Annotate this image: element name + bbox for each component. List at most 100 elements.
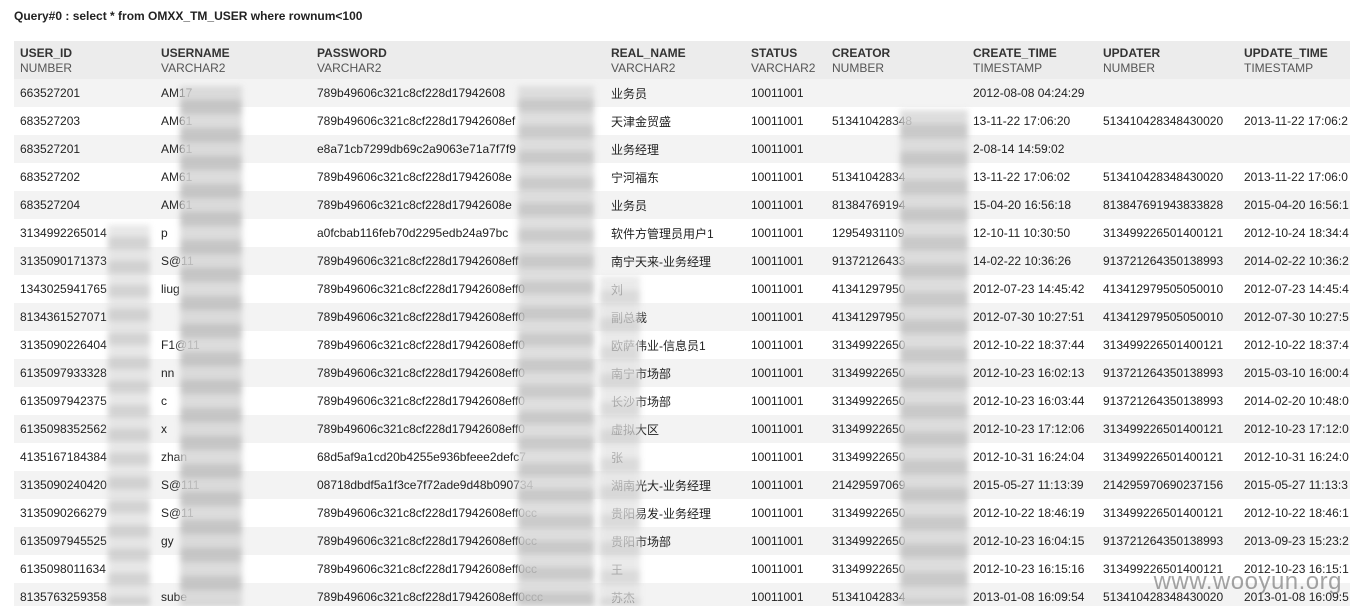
table-row[interactable]: 6135097933328 nn 789b49606c321c8cf228d1794… <box>14 359 1350 387</box>
column-type: VARCHAR2 <box>161 61 226 75</box>
table-row[interactable]: 683527204 AM61 789b49606c321c8cf228d179426… <box>14 191 1350 219</box>
cell-status: 10011001 <box>745 527 826 555</box>
table-row[interactable]: 3135090171373 S@11 789b49606c321c8cf228d17… <box>14 247 1350 275</box>
cell-password: 68d5af9a1cd20b4255e936bfeee2defc7 <box>311 443 605 471</box>
cell-status: 10011001 <box>745 415 826 443</box>
table-row[interactable]: 3135090266279 S@11 789b49606c321c8cf228d17… <box>14 499 1350 527</box>
query-title: Query#0 : select * from OMXX_TM_USER whe… <box>14 9 363 23</box>
cell-user-id: 3135090226404 <box>14 331 155 359</box>
cell-create-time: 2012-10-23 17:12:06 <box>967 415 1097 443</box>
result-table: USER_ID NUMBER USERNAME VARCHAR2 PASSWORD V… <box>14 41 1350 606</box>
header-row: USER_ID NUMBER USERNAME VARCHAR2 PASSWORD V… <box>14 41 1350 79</box>
cell-real-name: 苏杰 <box>605 583 745 606</box>
table-row[interactable]: 6135098352562 x 789b49606c321c8cf228d17942… <box>14 415 1350 443</box>
cell-updater: 913721264350138993 <box>1097 387 1238 415</box>
column-type: TIMESTAMP <box>1244 61 1314 75</box>
cell-updater: 913721264350138993 <box>1097 527 1238 555</box>
cell-updater: 913721264350138993 <box>1097 359 1238 387</box>
table-row[interactable]: 3135090240420 S@111 08718dbdf5a1f3ce7f72ad… <box>14 471 1350 499</box>
cell-updater: 813847691943833828 <box>1097 191 1238 219</box>
header-cell-password[interactable]: PASSWORD VARCHAR2 <box>311 41 605 79</box>
cell-status: 10011001 <box>745 331 826 359</box>
table-row[interactable]: 663527201 AM17 789b49606c321c8cf228d179426… <box>14 79 1350 107</box>
table-row[interactable]: 683527201 AM61 e8a71cb7299db69c2a9063e71a7… <box>14 135 1350 163</box>
table-row[interactable]: 6135097945525 gy 789b49606c321c8cf228d1794… <box>14 527 1350 555</box>
cell-password: 789b49606c321c8cf228d17942608eff0 <box>311 359 605 387</box>
cell-create-time: 12-10-11 10:30:50 <box>967 219 1097 247</box>
header-cell-create-time[interactable]: CREATE_TIME TIMESTAMP <box>967 41 1097 79</box>
cell-real-name: 天津金贸盛 <box>605 107 745 135</box>
cell-real-name: 南宁市场部 <box>605 359 745 387</box>
column-name: CREATE_TIME <box>973 46 1057 60</box>
column-name: UPDATER <box>1103 46 1161 60</box>
cell-password: e8a71cb7299db69c2a9063e71a7f7f9 <box>311 135 605 163</box>
table-row[interactable]: 6135098011634 789b49606c321c8cf228d179426… <box>14 555 1350 583</box>
cell-create-time: 2012-10-22 18:37:44 <box>967 331 1097 359</box>
cell-status: 10011001 <box>745 135 826 163</box>
cell-updater: 413412979505050010 <box>1097 303 1238 331</box>
table-row[interactable]: 3135090226404 F1@11 789b49606c321c8cf228d1… <box>14 331 1350 359</box>
column-type: VARCHAR2 <box>751 61 816 75</box>
header-cell-creator[interactable]: CREATOR NUMBER <box>826 41 967 79</box>
cell-create-time: 2012-10-23 16:15:16 <box>967 555 1097 583</box>
cell-username: AM61 <box>155 107 311 135</box>
cell-creator: 81384769194 <box>826 191 967 219</box>
cell-update-time: 2015-05-27 11:13:3 <box>1238 471 1350 499</box>
cell-creator <box>826 79 967 107</box>
cell-password: 789b49606c321c8cf228d17942608eff0 <box>311 303 605 331</box>
table-row[interactable]: 6135097942375 c 789b49606c321c8cf228d17942… <box>14 387 1350 415</box>
cell-update-time: 2014-02-22 10:36:2 <box>1238 247 1350 275</box>
cell-password: 789b49606c321c8cf228d17942608 <box>311 79 605 107</box>
column-type: NUMBER <box>832 61 885 75</box>
cell-updater: 214295970690237156 <box>1097 471 1238 499</box>
cell-real-name: 副总裁 <box>605 303 745 331</box>
table-row[interactable]: 1343025941765 liug 789b49606c321c8cf228d17… <box>14 275 1350 303</box>
table-row[interactable]: 4135167184384 zhan 68d5af9a1cd20b4255e936b… <box>14 443 1350 471</box>
cell-username: sube <box>155 583 311 606</box>
cell-user-id: 6135097942375 <box>14 387 155 415</box>
header-cell-real-name[interactable]: REAL_NAME VARCHAR2 <box>605 41 745 79</box>
cell-password: 789b49606c321c8cf228d17942608e <box>311 191 605 219</box>
cell-status: 10011001 <box>745 107 826 135</box>
cell-creator: 513410428348 <box>826 107 967 135</box>
table-row[interactable]: 8135763259358 sube 789b49606c321c8cf228d17… <box>14 583 1350 606</box>
cell-status: 10011001 <box>745 219 826 247</box>
cell-create-time: 14-02-22 10:36:26 <box>967 247 1097 275</box>
cell-updater: 513410428348430020 <box>1097 107 1238 135</box>
cell-update-time: 2012-10-24 18:34:4 <box>1238 219 1350 247</box>
cell-create-time: 2012-07-23 14:45:42 <box>967 275 1097 303</box>
cell-password: 789b49606c321c8cf228d17942608eff0 <box>311 331 605 359</box>
header-cell-updater[interactable]: UPDATER NUMBER <box>1097 41 1238 79</box>
table-row[interactable]: 683527202 AM61 789b49606c321c8cf228d179426… <box>14 163 1350 191</box>
cell-creator: 31349922650 <box>826 415 967 443</box>
header-cell-user-id[interactable]: USER_ID NUMBER <box>14 41 155 79</box>
cell-update-time: 2012-10-22 18:37:4 <box>1238 331 1350 359</box>
cell-creator: 31349922650 <box>826 359 967 387</box>
cell-creator: 41341297950 <box>826 303 967 331</box>
cell-username: c <box>155 387 311 415</box>
cell-real-name: 贵阳市场部 <box>605 527 745 555</box>
header-cell-username[interactable]: USERNAME VARCHAR2 <box>155 41 311 79</box>
column-name: STATUS <box>751 46 798 60</box>
cell-creator: 31349922650 <box>826 555 967 583</box>
table-row[interactable]: 683527203 AM61 789b49606c321c8cf228d179426… <box>14 107 1350 135</box>
cell-real-name: 业务经理 <box>605 135 745 163</box>
column-name: UPDATE_TIME <box>1244 46 1328 60</box>
cell-updater: 513410428348430020 <box>1097 163 1238 191</box>
cell-updater: 313499226501400121 <box>1097 331 1238 359</box>
cell-create-time: 2012-10-23 16:03:44 <box>967 387 1097 415</box>
cell-create-time: 2012-10-22 18:46:19 <box>967 499 1097 527</box>
cell-password: 08718dbdf5a1f3ce7f72ade9d48b090734 <box>311 471 605 499</box>
header-cell-status[interactable]: STATUS VARCHAR2 <box>745 41 826 79</box>
header-cell-update-time[interactable]: UPDATE_TIME TIMESTAMP <box>1238 41 1350 79</box>
column-name: PASSWORD <box>317 46 387 60</box>
table-row[interactable]: 8134361527071 789b49606c321c8cf228d179426… <box>14 303 1350 331</box>
cell-creator: 51341042834 <box>826 163 967 191</box>
table-row[interactable]: 3134992265014 p a0fcbab116feb70d2295edb24a… <box>14 219 1350 247</box>
cell-user-id: 1343025941765 <box>14 275 155 303</box>
cell-updater: 313499226501400121 <box>1097 415 1238 443</box>
cell-real-name: 王 <box>605 555 745 583</box>
cell-status: 10011001 <box>745 191 826 219</box>
cell-updater: 413412979505050010 <box>1097 275 1238 303</box>
cell-real-name: 宁河福东 <box>605 163 745 191</box>
